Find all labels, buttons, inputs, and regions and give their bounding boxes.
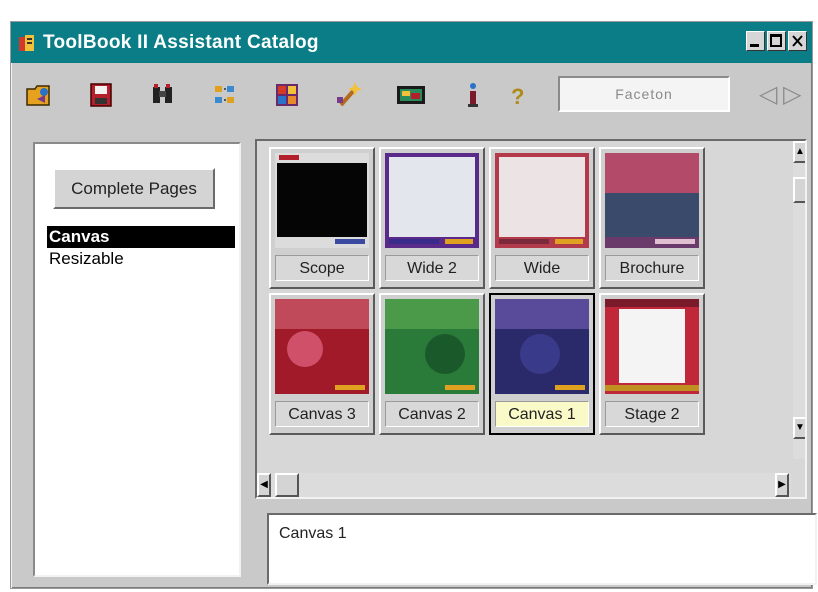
category-item-resizable[interactable]: Resizable bbox=[47, 248, 235, 270]
screen-icon[interactable] bbox=[393, 77, 429, 113]
catalog-thumbnail bbox=[495, 153, 589, 248]
next-page-arrow[interactable]: ▷ bbox=[783, 79, 801, 111]
arrange-icon[interactable] bbox=[207, 77, 243, 113]
catalog-item[interactable]: Scope bbox=[269, 147, 375, 289]
description-text: Canvas 1 bbox=[279, 525, 347, 542]
catalog-thumbnail bbox=[605, 299, 699, 394]
catalog-thumbnail bbox=[605, 153, 699, 248]
category-panel: Complete Pages Canvas Resizable bbox=[33, 142, 241, 577]
svg-text:?: ? bbox=[511, 84, 524, 109]
title-bar[interactable]: ToolBook II Assistant Catalog bbox=[11, 22, 812, 63]
catalog-thumbnail bbox=[495, 299, 589, 394]
toolbook-app-icon bbox=[17, 33, 37, 53]
minimize-button[interactable] bbox=[746, 31, 765, 51]
catalog-grid: Scope Wide 2 Wide Brochure Canvas 3 Canv… bbox=[255, 139, 807, 499]
catalog-item[interactable]: Wide bbox=[489, 147, 595, 289]
grid-icon[interactable] bbox=[269, 77, 305, 113]
horizontal-scroll-thumb[interactable] bbox=[275, 473, 299, 497]
catalog-item[interactable]: Canvas 3 bbox=[269, 293, 375, 435]
category-item-canvas[interactable]: Canvas bbox=[47, 226, 235, 248]
catalog-item-label: Brochure bbox=[605, 255, 699, 281]
scroll-up-arrow[interactable]: ▲ bbox=[793, 141, 805, 163]
catalog-window: ToolBook II Assistant Catalog ? Faceton … bbox=[10, 21, 817, 589]
catalog-thumbnail bbox=[385, 299, 479, 394]
open-icon[interactable] bbox=[21, 77, 57, 113]
vertical-scrollbar[interactable]: ▲ ▼ bbox=[793, 141, 805, 459]
catalog-item-label: Canvas 2 bbox=[385, 401, 479, 427]
catalog-item[interactable]: Canvas 2 bbox=[379, 293, 485, 435]
catalog-item-label: Stage 2 bbox=[605, 401, 699, 427]
complete-pages-button[interactable]: Complete Pages bbox=[53, 168, 215, 209]
catalog-item-label: Scope bbox=[275, 255, 369, 281]
sparkle-icon[interactable] bbox=[331, 77, 367, 113]
window-title: ToolBook II Assistant Catalog bbox=[43, 32, 319, 53]
vertical-scroll-thumb[interactable] bbox=[793, 177, 805, 203]
close-button[interactable] bbox=[788, 31, 807, 51]
maximize-button[interactable] bbox=[767, 31, 786, 51]
catalog-item-label: Canvas 1 bbox=[495, 401, 589, 427]
description-panel: Canvas 1 bbox=[267, 513, 817, 585]
catalog-item-label: Wide 2 bbox=[385, 255, 479, 281]
scroll-left-arrow[interactable]: ◀ bbox=[257, 473, 271, 497]
catalog-item[interactable]: Stage 2 bbox=[599, 293, 705, 435]
info-icon[interactable] bbox=[455, 77, 491, 113]
catalog-item[interactable]: Brochure bbox=[599, 147, 705, 289]
search-input[interactable]: Faceton bbox=[558, 76, 730, 112]
catalog-thumbnail bbox=[385, 153, 479, 248]
find-icon[interactable] bbox=[145, 77, 181, 113]
scroll-down-arrow[interactable]: ▼ bbox=[793, 417, 805, 439]
catalog-item[interactable]: Canvas 1 bbox=[489, 293, 595, 435]
previous-page-arrow[interactable]: ◁ bbox=[759, 79, 777, 111]
catalog-item-label: Canvas 3 bbox=[275, 401, 369, 427]
save-icon[interactable] bbox=[83, 77, 119, 113]
help-icon[interactable]: ? bbox=[499, 77, 535, 113]
horizontal-scrollbar[interactable]: ◀ ▶ bbox=[257, 473, 791, 497]
scroll-right-arrow[interactable]: ▶ bbox=[775, 473, 789, 497]
toolbar: ? Faceton ◁ ▷ bbox=[11, 63, 812, 129]
catalog-thumbnail bbox=[275, 299, 369, 394]
catalog-thumbnail bbox=[275, 153, 369, 248]
catalog-item-label: Wide bbox=[495, 255, 589, 281]
catalog-item[interactable]: Wide 2 bbox=[379, 147, 485, 289]
